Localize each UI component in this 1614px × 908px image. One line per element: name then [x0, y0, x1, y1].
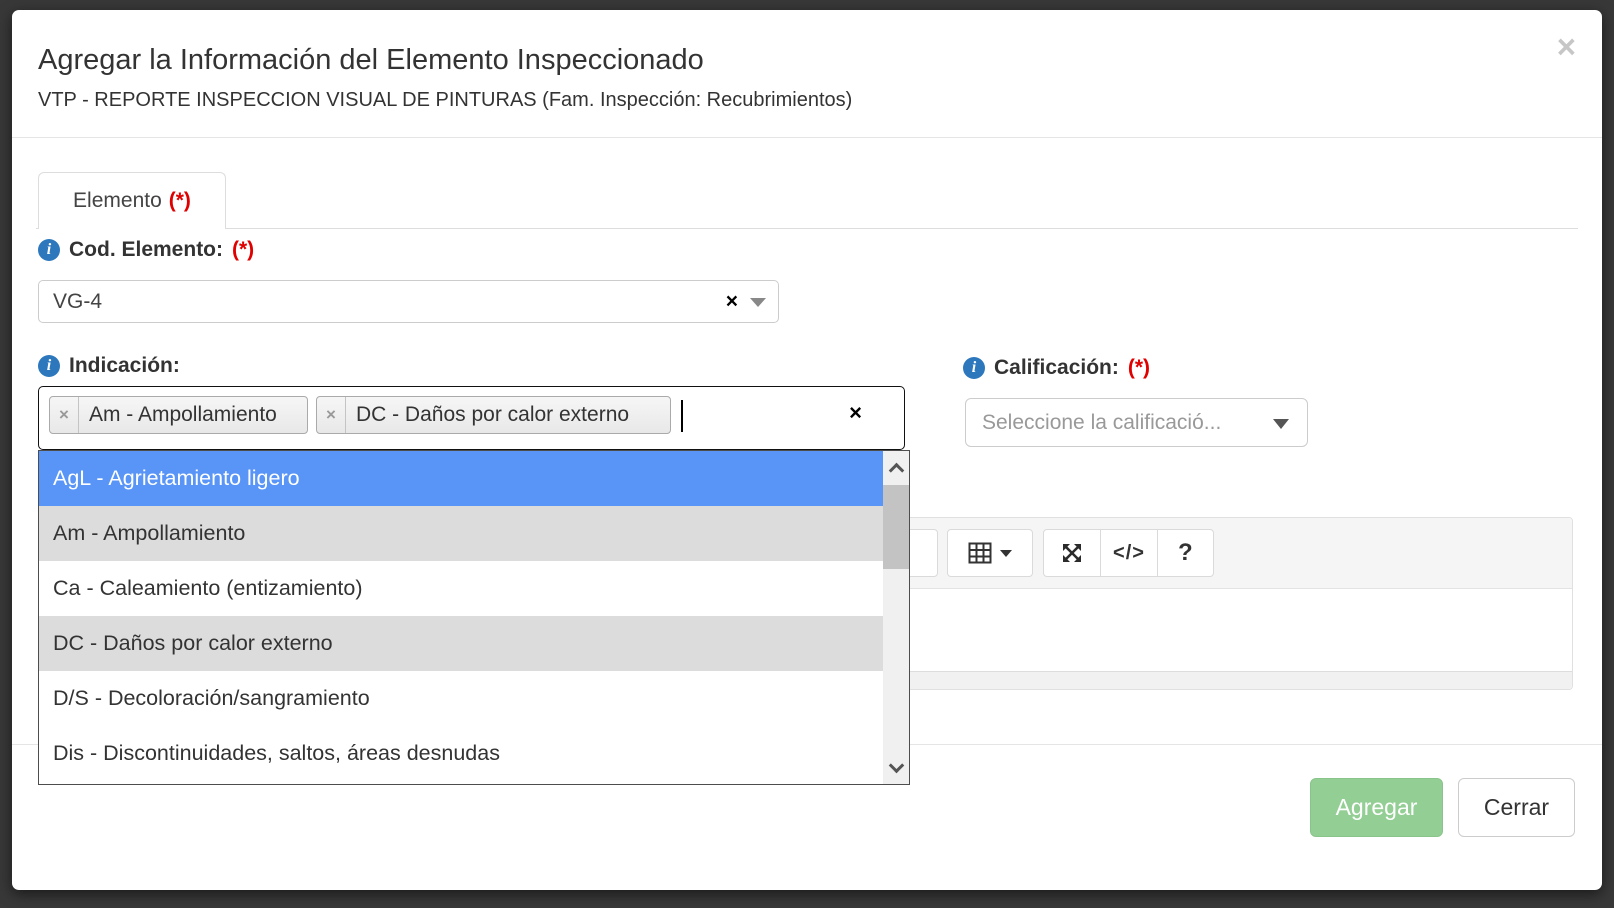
dropdown-option[interactable]: AgL - Agrietamiento ligero [39, 451, 883, 506]
cod-elemento-label-row: i Cod. Elemento: (*) [38, 238, 254, 262]
indicacion-label-row: i Indicación: [38, 354, 180, 378]
info-icon[interactable]: i [38, 355, 60, 377]
code-icon: </> [1113, 542, 1145, 565]
info-icon[interactable]: i [963, 357, 985, 379]
remove-tag-icon[interactable]: × [50, 397, 79, 433]
tab-elemento[interactable]: Elemento (*) [38, 172, 226, 229]
indicacion-multiselect-input[interactable]: × Am - Ampollamiento × DC - Daños por ca… [38, 386, 905, 450]
help-icon: ? [1178, 539, 1193, 567]
tab-required-mark: (*) [169, 189, 191, 213]
cod-elemento-required-mark: (*) [232, 238, 254, 262]
tab-label: Elemento [73, 189, 162, 213]
fullscreen-button[interactable] [1044, 530, 1100, 576]
help-button[interactable]: ? [1157, 530, 1213, 576]
modal-subtitle: VTP - REPORTE INSPECCION VISUAL DE PINTU… [38, 89, 852, 112]
cerrar-button[interactable]: Cerrar [1458, 778, 1575, 837]
chevron-down-icon[interactable] [1273, 419, 1289, 429]
dropdown-option[interactable]: DC - Daños por calor externo [39, 616, 883, 671]
tag-label: DC - Daños por calor externo [346, 403, 639, 427]
dropdown-option[interactable]: D/S - Decoloración/sangramiento [39, 671, 883, 726]
info-icon[interactable]: i [38, 239, 60, 261]
dropdown-option[interactable]: Dis - Discontinuidades, saltos, áreas de… [39, 726, 883, 781]
calificacion-select[interactable]: Seleccione la calificació... [965, 398, 1308, 447]
tabs-underline [36, 228, 1578, 229]
agregar-button[interactable]: Agregar [1310, 778, 1443, 837]
scroll-down-icon[interactable] [883, 751, 909, 784]
description-editor: </> ? [903, 517, 1573, 690]
code-view-button[interactable]: </> [1100, 530, 1156, 576]
text-cursor [681, 400, 683, 432]
cod-elemento-select[interactable]: VG-4 × [38, 280, 779, 323]
calificacion-placeholder: Seleccione la calificació... [982, 411, 1221, 435]
modal-title: Agregar la Información del Elemento Insp… [38, 42, 704, 80]
header-divider [12, 137, 1602, 138]
calificacion-label: Calificación: [994, 356, 1119, 380]
chevron-down-icon [1000, 550, 1012, 557]
indicacion-label: Indicación: [69, 354, 180, 378]
clear-selection-icon[interactable]: × [726, 291, 738, 312]
fullscreen-icon [1060, 541, 1084, 565]
dropdown-option[interactable]: Am - Ampollamiento [39, 506, 883, 561]
editor-toolbar-group: </> ? [1043, 529, 1214, 577]
add-element-modal: Agregar la Información del Elemento Insp… [12, 10, 1602, 890]
clear-all-icon[interactable]: × [849, 402, 862, 424]
selected-tag: × DC - Daños por calor externo [316, 396, 671, 434]
calificacion-required-mark: (*) [1128, 356, 1150, 380]
editor-content-area[interactable] [904, 590, 1572, 673]
calificacion-label-row: i Calificación: (*) [963, 356, 1150, 380]
table-icon [968, 542, 992, 564]
tag-label: Am - Ampollamiento [79, 403, 287, 427]
editor-toolbar: </> ? [904, 518, 1572, 589]
editor-resize-bar[interactable] [904, 671, 1572, 689]
close-icon[interactable]: × [1557, 30, 1576, 63]
remove-tag-icon[interactable]: × [317, 397, 346, 433]
indicacion-dropdown: AgL - Agrietamiento ligero Am - Ampollam… [38, 450, 910, 785]
cod-elemento-value: VG-4 [53, 290, 102, 314]
dropdown-option[interactable]: Ca - Caleamiento (entizamiento) [39, 561, 883, 616]
chevron-down-icon[interactable] [750, 298, 766, 307]
scrollbar-thumb[interactable] [883, 485, 909, 569]
dropdown-scrollbar[interactable] [883, 451, 909, 784]
selected-tag: × Am - Ampollamiento [49, 396, 308, 434]
cod-elemento-label: Cod. Elemento: [69, 238, 223, 262]
insert-table-button[interactable] [947, 529, 1033, 577]
scroll-up-icon[interactable] [883, 451, 909, 484]
